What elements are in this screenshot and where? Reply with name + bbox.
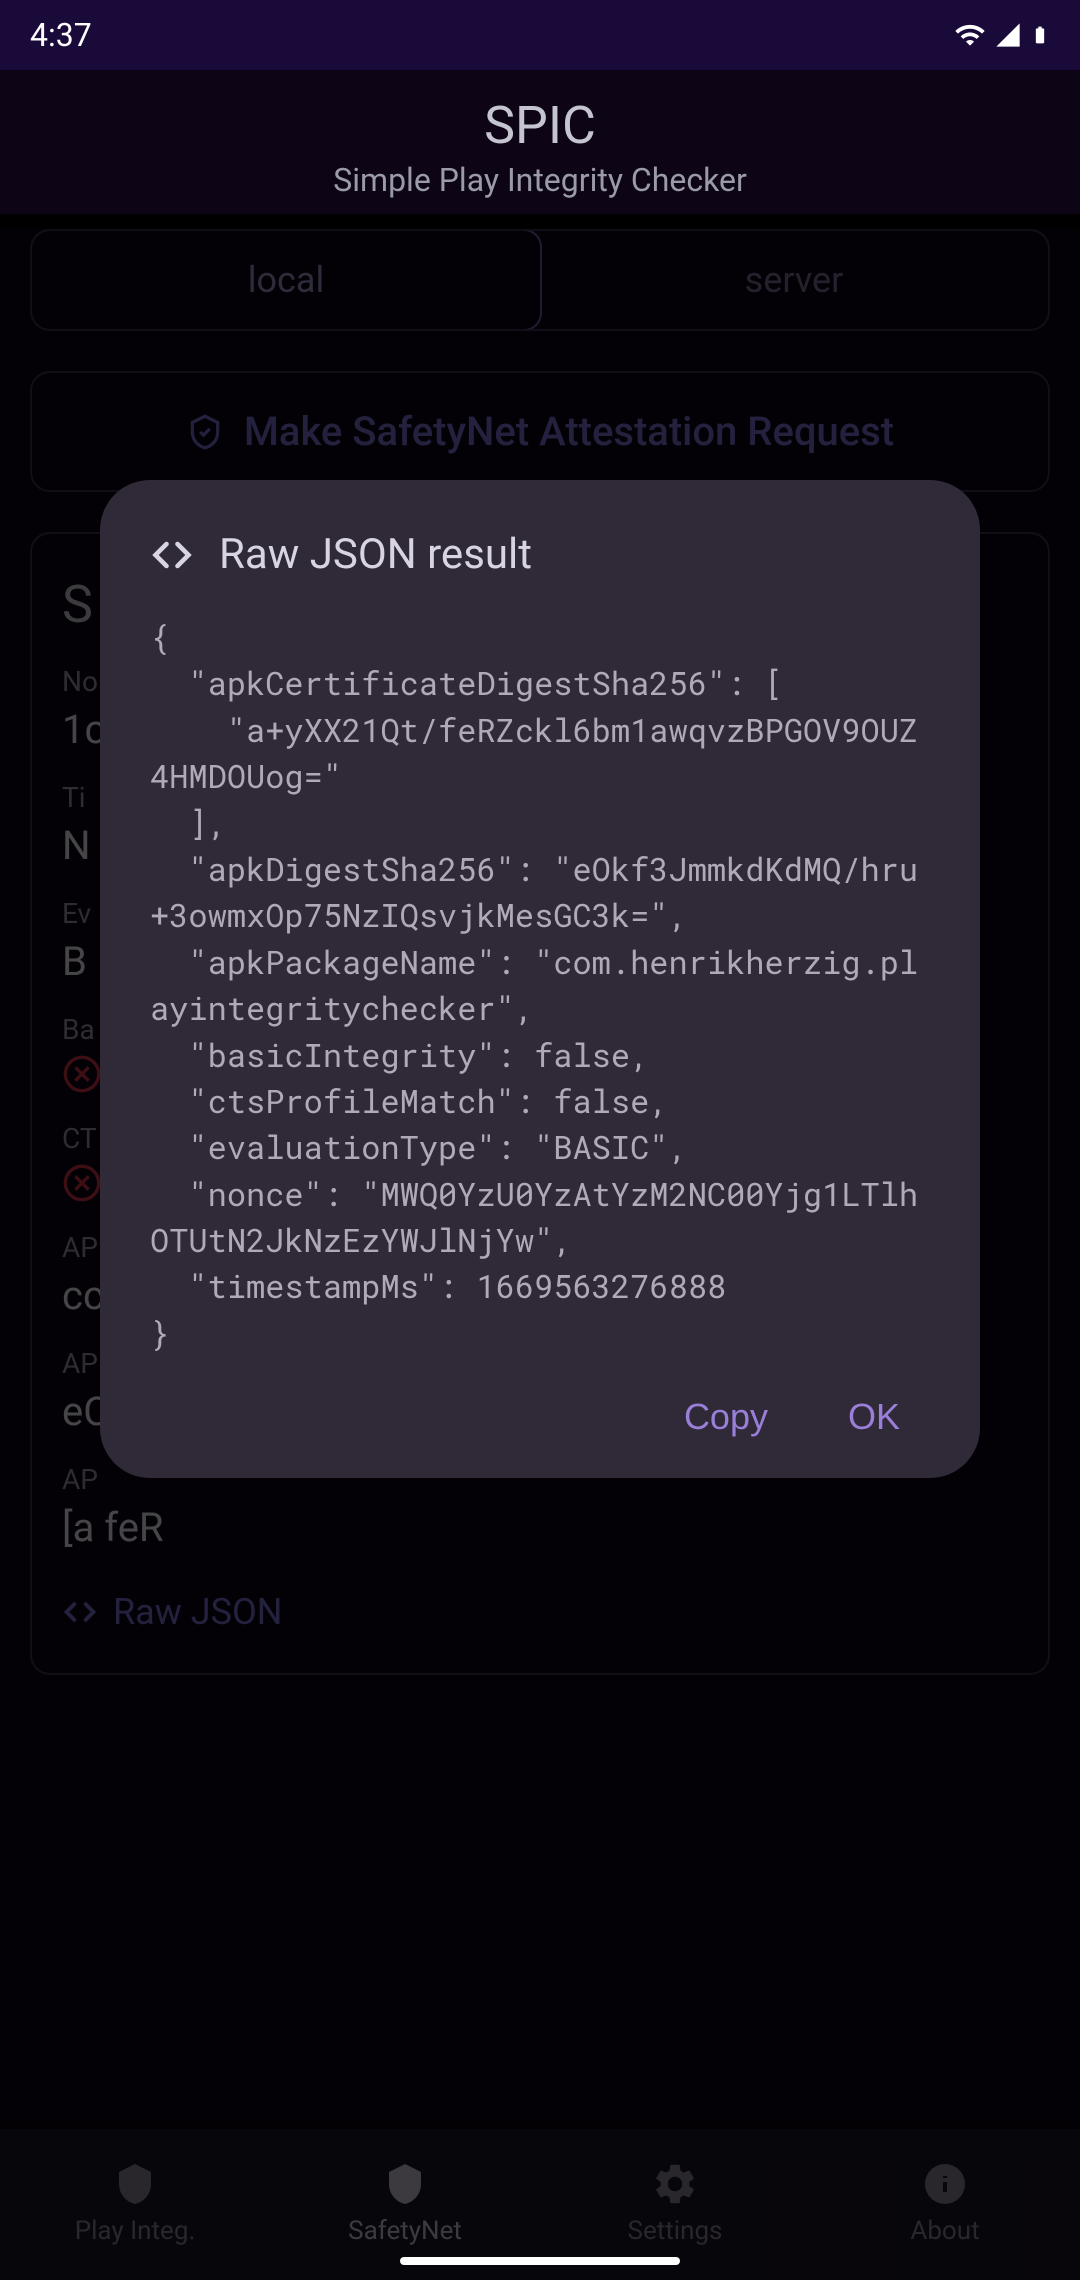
ok-button[interactable]: OK: [848, 1396, 900, 1438]
dialog-title: Raw JSON result: [219, 530, 532, 579]
dialog-actions: Copy OK: [150, 1396, 930, 1438]
home-indicator[interactable]: [400, 2257, 680, 2265]
json-content: { "apkCertificateDigestSha256": [ "a+yXX…: [150, 614, 930, 1356]
dialog-header: Raw JSON result: [150, 530, 930, 579]
raw-json-dialog: Raw JSON result { "apkCertificateDigestS…: [100, 480, 980, 1478]
copy-button[interactable]: Copy: [684, 1396, 768, 1438]
dialog-overlay[interactable]: Raw JSON result { "apkCertificateDigestS…: [0, 0, 1080, 2280]
code-icon: [150, 533, 194, 577]
